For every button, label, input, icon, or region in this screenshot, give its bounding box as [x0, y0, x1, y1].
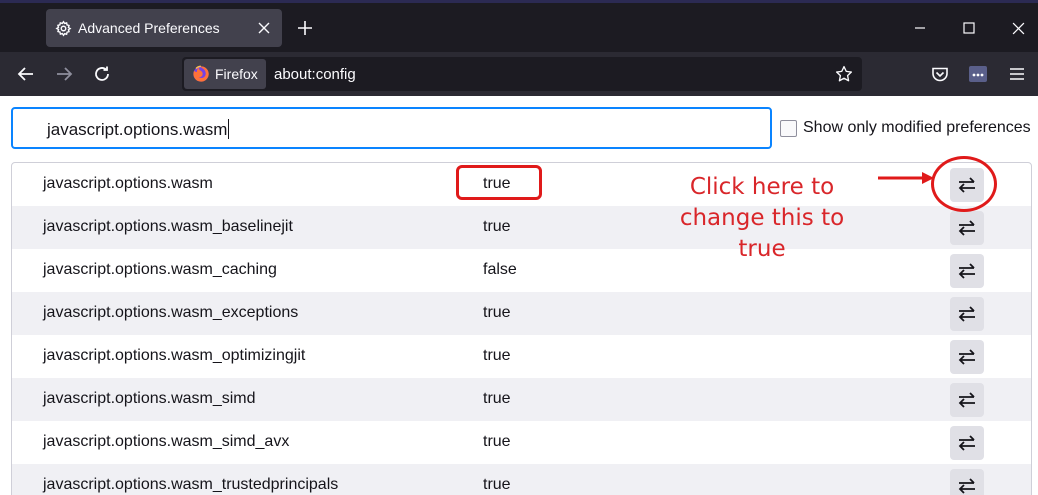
pref-value[interactable]: true: [483, 390, 511, 408]
firefox-logo-icon: [192, 65, 210, 83]
toggle-button[interactable]: [950, 426, 984, 460]
forward-arrow-icon[interactable]: [50, 60, 78, 88]
reload-icon[interactable]: [88, 60, 116, 88]
show-modified-label: Show only modified preferences: [803, 119, 1031, 136]
text-caret: [228, 119, 230, 139]
pref-name: javascript.options.wasm_optimizingjit: [43, 347, 306, 364]
pref-row: javascript.options.wasm_simd_avx true: [12, 421, 1031, 464]
close-tab-icon[interactable]: [252, 16, 276, 40]
pref-row: javascript.options.wasm_caching false: [12, 249, 1031, 292]
bookmark-star-icon[interactable]: [832, 62, 856, 86]
minimize-icon[interactable]: [906, 14, 934, 42]
pref-row: javascript.options.wasm_simd true: [12, 378, 1031, 421]
toggle-arrows-icon: [958, 263, 975, 279]
pref-name: javascript.options.wasm_trustedprincipal…: [43, 476, 339, 493]
search-value: javascript.options.wasm: [47, 119, 230, 140]
toggle-arrows-icon: [958, 478, 975, 494]
search-value-text: javascript.options.wasm: [47, 120, 228, 139]
preferences-table: javascript.options.wasm true javascript.…: [11, 162, 1032, 495]
toggle-button[interactable]: [950, 469, 984, 495]
tab-strip: Advanced Preferences: [0, 0, 1038, 52]
pointer-arrow-icon: [878, 172, 934, 184]
hamburger-menu-icon[interactable]: [1003, 60, 1031, 88]
pref-name: javascript.options.wasm_caching: [43, 261, 277, 278]
search-icon: [23, 119, 39, 140]
pref-row: javascript.options.wasm_baselinejit true: [12, 206, 1031, 249]
pref-value[interactable]: true: [483, 218, 511, 236]
extension-icon[interactable]: [964, 60, 992, 88]
pref-row: javascript.options.wasm_optimizingjit tr…: [12, 335, 1031, 378]
identity-label: Firefox: [215, 66, 258, 82]
url-text[interactable]: about:config: [274, 66, 356, 83]
gear-icon: [54, 19, 72, 37]
toggle-button[interactable]: [950, 340, 984, 374]
toggle-button[interactable]: [950, 254, 984, 288]
pref-name: javascript.options.wasm: [43, 175, 213, 192]
pref-name: javascript.options.wasm_simd: [43, 390, 256, 407]
value-highlight-box: [456, 165, 542, 200]
tab-title: Advanced Preferences: [78, 20, 220, 36]
pref-row: javascript.options.wasm_exceptions true: [12, 292, 1031, 335]
toggle-arrows-icon: [958, 349, 975, 365]
annotation-note: Click here to change this to true: [679, 174, 845, 262]
pref-value[interactable]: false: [483, 261, 517, 279]
toggle-button[interactable]: [950, 383, 984, 417]
pref-value[interactable]: true: [483, 304, 511, 322]
toggle-button[interactable]: [950, 297, 984, 331]
pref-name: javascript.options.wasm_simd_avx: [43, 433, 290, 450]
pref-value[interactable]: true: [483, 476, 511, 494]
tab-advanced-preferences[interactable]: Advanced Preferences: [46, 9, 282, 47]
pref-value[interactable]: true: [483, 433, 511, 451]
close-window-icon[interactable]: [1004, 14, 1032, 42]
window-top-border: [0, 0, 1038, 3]
new-tab-button[interactable]: [292, 15, 318, 41]
pref-value[interactable]: true: [483, 347, 511, 365]
show-modified-toggle[interactable]: Show only modified preferences: [780, 119, 1031, 137]
toggle-highlight-circle: [931, 156, 997, 212]
pref-name: javascript.options.wasm_exceptions: [43, 304, 299, 321]
toggle-arrows-icon: [958, 306, 975, 322]
show-modified-checkbox[interactable]: [780, 119, 797, 137]
url-bar[interactable]: Firefox about:config: [182, 57, 862, 91]
pref-row: javascript.options.wasm_trustedprincipal…: [12, 464, 1031, 495]
maximize-icon[interactable]: [955, 14, 983, 42]
navigation-toolbar: Firefox about:config: [0, 52, 1038, 96]
pref-name: javascript.options.wasm_baselinejit: [43, 218, 293, 235]
toggle-arrows-icon: [958, 220, 975, 236]
site-identity-button[interactable]: Firefox: [184, 59, 266, 89]
toggle-button[interactable]: [950, 211, 984, 245]
toggle-arrows-icon: [958, 392, 975, 408]
toggle-arrows-icon: [958, 435, 975, 451]
preference-search-input[interactable]: javascript.options.wasm: [11, 107, 772, 149]
pocket-icon[interactable]: [926, 60, 954, 88]
back-arrow-icon[interactable]: [12, 60, 40, 88]
